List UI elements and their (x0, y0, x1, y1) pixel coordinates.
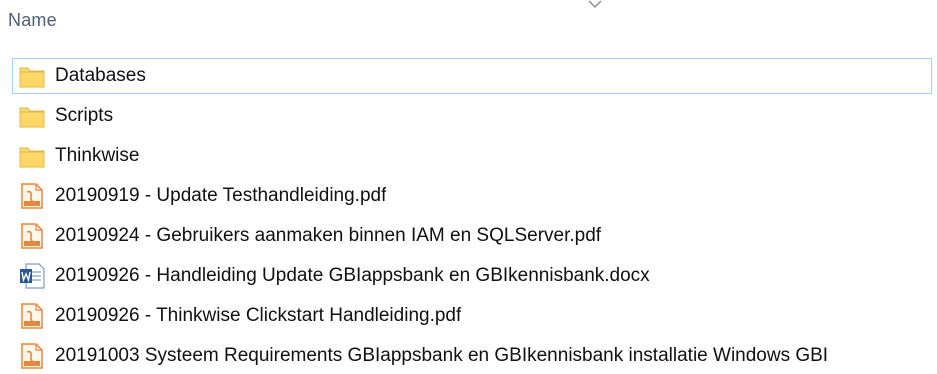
sort-chevron-icon[interactable] (588, 0, 602, 8)
pdf-icon (19, 222, 45, 250)
file-row-databases[interactable]: Databases (12, 58, 932, 94)
folder-icon (19, 102, 45, 130)
file-row-pdf[interactable]: 20190926 - Thinkwise Clickstart Handleid… (12, 298, 932, 334)
file-row-scripts[interactable]: Scripts (12, 98, 932, 134)
folder-icon (19, 62, 45, 90)
pdf-icon (19, 302, 45, 330)
file-row-pdf[interactable]: 20191003 Systeem Requirements GBIappsban… (12, 338, 932, 374)
file-row-docx[interactable]: 20190926 - Handleiding Update GBIappsban… (12, 258, 932, 294)
pdf-icon (19, 182, 45, 210)
file-name-label: 20190919 - Update Testhandleiding.pdf (55, 185, 387, 206)
file-name-label: 20190926 - Handleiding Update GBIappsban… (55, 265, 650, 286)
file-name-label: Scripts (55, 105, 114, 126)
list-header: Name (0, 0, 937, 48)
file-name-label: Thinkwise (55, 145, 140, 166)
pdf-icon (19, 342, 45, 370)
file-row-pdf[interactable]: 20190919 - Update Testhandleiding.pdf (12, 178, 932, 214)
file-name-label: 20191003 Systeem Requirements GBIappsban… (55, 345, 829, 366)
file-row-pdf[interactable]: 20190924 - Gebruikers aanmaken binnen IA… (12, 218, 932, 254)
word-doc-icon (19, 262, 45, 290)
file-name-label: Databases (55, 65, 146, 86)
name-column-header[interactable]: Name (8, 10, 57, 31)
file-name-label: 20190926 - Thinkwise Clickstart Handleid… (55, 305, 462, 326)
folder-icon (19, 142, 45, 170)
file-row-thinkwise[interactable]: Thinkwise (12, 138, 932, 174)
file-name-label: 20190924 - Gebruikers aanmaken binnen IA… (55, 225, 602, 246)
